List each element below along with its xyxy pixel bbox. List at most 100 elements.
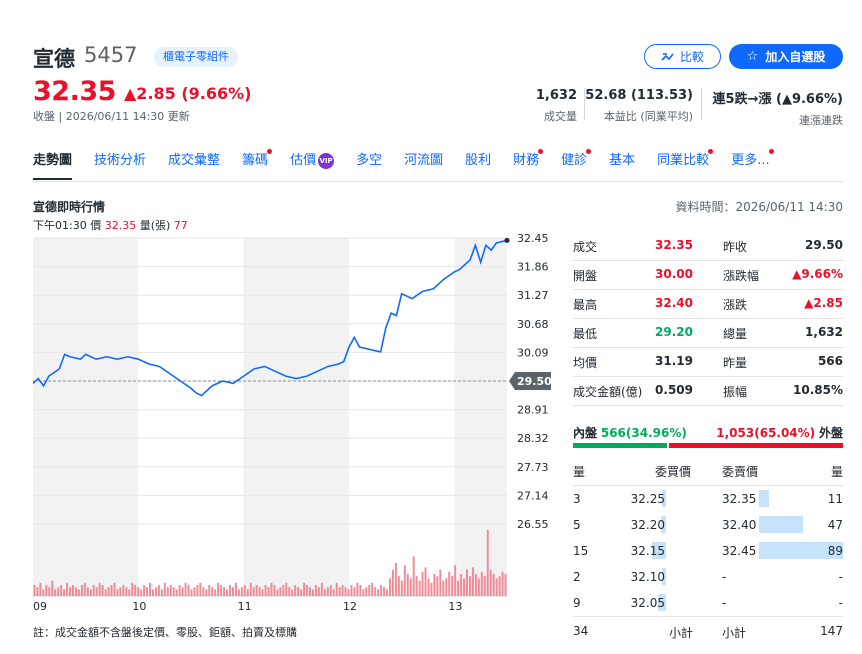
volume-bar bbox=[436, 576, 439, 596]
tab-10[interactable]: 基本 bbox=[609, 152, 635, 180]
in-out-left: 內盤 566(34.96%) bbox=[573, 424, 687, 441]
tab-3[interactable]: 籌碼 bbox=[242, 149, 273, 180]
volume-bar bbox=[172, 587, 175, 596]
quote-value: 0.509 bbox=[655, 383, 693, 397]
hour-band bbox=[138, 238, 244, 596]
ask-price: - bbox=[722, 596, 727, 610]
ask-subtotal-label: 小計 bbox=[722, 626, 747, 640]
quote-label: 振幅 bbox=[723, 385, 748, 399]
volume-bar bbox=[273, 585, 276, 596]
tick-time: 下午01:30 bbox=[33, 219, 87, 232]
tab-divider bbox=[33, 181, 843, 182]
bid-price-header: 委買價 bbox=[655, 465, 692, 479]
volume-bar bbox=[347, 589, 350, 596]
in-label: 內盤 bbox=[573, 426, 598, 440]
tab-6[interactable]: 河流圖 bbox=[404, 152, 443, 180]
volume-bar bbox=[468, 576, 471, 596]
quote-value: 566 bbox=[817, 354, 843, 368]
tab-12[interactable]: 更多... bbox=[731, 149, 774, 180]
hour-band bbox=[454, 238, 507, 596]
volume-bar bbox=[394, 563, 397, 596]
x-tick-label: 09 bbox=[33, 600, 47, 613]
tab-0[interactable]: 走勢圖 bbox=[33, 152, 73, 180]
volume-bar bbox=[140, 589, 143, 596]
tab-label: 河流圖 bbox=[404, 153, 444, 168]
tab-9[interactable]: 健診 bbox=[561, 149, 592, 180]
ask-qty: 89 bbox=[827, 544, 843, 558]
volume-bar bbox=[258, 587, 261, 596]
volume-bar bbox=[267, 587, 270, 596]
volume-bar bbox=[131, 582, 134, 596]
ask-qty-bar bbox=[759, 516, 804, 533]
volume-bar bbox=[190, 589, 193, 596]
volume-bar bbox=[397, 576, 400, 596]
stat-pe: 52.68 (113.53) 本益比 (同業平均) bbox=[585, 88, 693, 124]
y-tick-label: 27.14 bbox=[517, 489, 549, 502]
volume-bar bbox=[344, 587, 347, 596]
volume-bar bbox=[424, 567, 427, 596]
ask-qty-bar bbox=[759, 490, 770, 507]
volume-bar bbox=[255, 585, 258, 596]
ask-qty: 11 bbox=[827, 492, 843, 506]
y-tick-label: 30.68 bbox=[517, 318, 549, 331]
data-time: 資料時間：2026/06/11 14:30 bbox=[675, 200, 843, 214]
stock-code: 5457 bbox=[84, 43, 138, 67]
ask-qty: - bbox=[838, 570, 843, 584]
bid-qty: 9 bbox=[573, 596, 581, 610]
volume-bar bbox=[454, 565, 457, 596]
tab-1[interactable]: 技術分析 bbox=[94, 152, 146, 180]
tab-7[interactable]: 股利 bbox=[465, 152, 491, 180]
volume-bar bbox=[211, 587, 214, 596]
volume-bar bbox=[249, 582, 252, 596]
stat-streak-value: 連5跌→漲 (▲9.66%) bbox=[712, 92, 843, 107]
notification-dot bbox=[586, 149, 592, 154]
volume-bar bbox=[391, 569, 394, 596]
tab-4[interactable]: 估價 VIP bbox=[290, 152, 335, 180]
bid-qty: 15 bbox=[573, 544, 589, 558]
stock-name: 宣德 bbox=[33, 47, 75, 71]
tab-label: 基本 bbox=[609, 153, 636, 168]
outer-bar bbox=[669, 443, 843, 448]
volume-bar bbox=[116, 589, 119, 596]
compare-button[interactable]: 比較 bbox=[644, 44, 721, 69]
y-tick-label: 26.55 bbox=[517, 518, 549, 531]
add-watchlist-label: 加入自選股 bbox=[765, 50, 826, 64]
quote-value: 10.85% bbox=[793, 383, 843, 397]
tab-label: 健診 bbox=[561, 153, 588, 168]
tab-label: 籌碼 bbox=[242, 153, 269, 168]
y-tick-label: 32.45 bbox=[517, 234, 549, 245]
order-book: 量 委買價 委賣價 量 3 32.25 32.35 11 5 32.20 32.40 47 15 32.1… bbox=[573, 458, 843, 642]
volume-bar bbox=[33, 585, 36, 596]
volume-bar bbox=[80, 585, 83, 596]
add-watchlist-button[interactable]: ☆ 加入自選股 bbox=[729, 44, 843, 69]
volume-bar bbox=[270, 582, 273, 596]
volume-bar bbox=[285, 582, 288, 596]
tab-5[interactable]: 多空 bbox=[356, 152, 382, 180]
compare-label: 比較 bbox=[679, 50, 704, 64]
volume-bar bbox=[72, 585, 74, 596]
category-badge[interactable]: 櫃電子零組件 bbox=[154, 47, 238, 67]
volume-bar bbox=[409, 578, 412, 596]
intraday-chart[interactable]: 32.45 31.86 31.27 30.68 30.09 28.91 28.32 27.73… bbox=[33, 234, 563, 614]
volume-bar bbox=[421, 571, 424, 596]
quote-label: 成交金額(億) bbox=[573, 385, 643, 399]
quote-label: 昨量 bbox=[723, 356, 748, 370]
ask-qty-header: 量 bbox=[830, 465, 843, 479]
stat-divider bbox=[701, 88, 702, 120]
tick-volume: 77 bbox=[173, 219, 188, 232]
volume-bar bbox=[128, 589, 131, 596]
volume-bar bbox=[498, 576, 501, 596]
x-tick-label: 10 bbox=[132, 600, 146, 613]
tab-8[interactable]: 財務 bbox=[513, 149, 544, 180]
volume-bar bbox=[42, 589, 45, 596]
tick-volume-label: 量(張) bbox=[139, 219, 171, 232]
tab-11[interactable]: 同業比較 bbox=[657, 149, 714, 180]
tab-label: 成交彙整 bbox=[168, 153, 221, 168]
out-value: 1,053(65.04%) bbox=[716, 426, 816, 440]
tab-2[interactable]: 成交彙整 bbox=[168, 152, 220, 180]
volume-bar bbox=[377, 589, 380, 596]
in-out-right: 1,053(65.04%) 外盤 bbox=[716, 424, 843, 441]
order-book-row: 3 32.25 32.35 11 bbox=[573, 486, 843, 512]
bid-qty: 5 bbox=[573, 518, 581, 532]
order-book-row: 15 32.15 32.45 89 bbox=[573, 538, 843, 564]
